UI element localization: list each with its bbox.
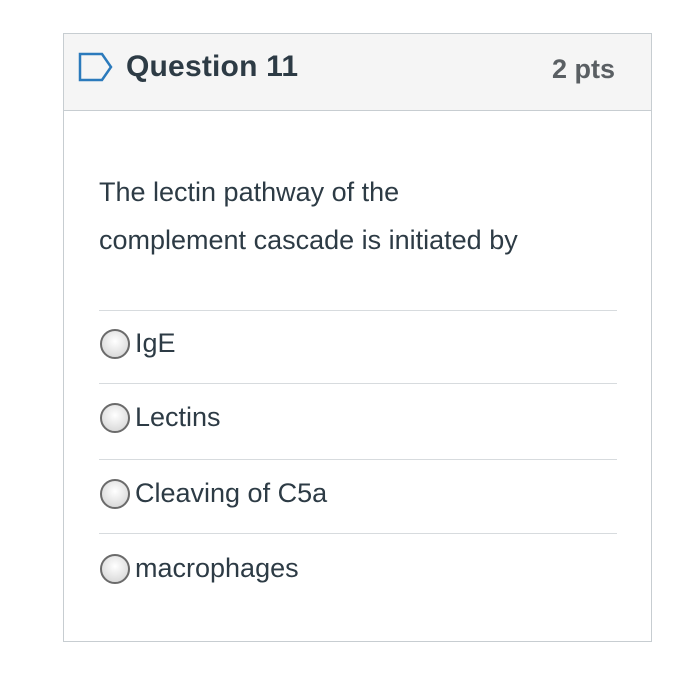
radio-button[interactable]: [99, 478, 131, 510]
divider: [99, 533, 617, 534]
answer-option-cleaving-c5a[interactable]: Cleaving of C5a: [99, 470, 617, 522]
answer-label: Cleaving of C5a: [135, 478, 328, 508]
radio-button[interactable]: [99, 328, 131, 360]
question-points: 2 pts: [551, 54, 615, 84]
divider: [99, 310, 617, 311]
divider: [99, 383, 617, 384]
answer-option-ige[interactable]: IgE: [99, 320, 617, 372]
answer-option-lectins[interactable]: Lectins: [99, 394, 617, 446]
question-text-line-1: The lectin pathway of the: [99, 177, 400, 207]
radio-button[interactable]: [99, 402, 131, 434]
divider: [99, 459, 617, 460]
answer-label: IgE: [135, 328, 176, 358]
question-title: Question 11: [126, 50, 299, 83]
question-text-line-2: complement cascade is initiated by: [99, 225, 518, 255]
answer-label: macrophages: [135, 553, 299, 583]
question-card: Question 11 2 pts The lectin pathway of …: [63, 33, 652, 642]
answer-label: Lectins: [135, 402, 221, 432]
radio-button[interactable]: [99, 553, 131, 585]
question-text: The lectin pathway of the complement cas…: [99, 168, 599, 264]
answer-option-macrophages[interactable]: macrophages: [99, 545, 617, 597]
flag-bookmark-icon[interactable]: [78, 52, 114, 82]
question-header: Question 11 2 pts: [64, 34, 651, 111]
